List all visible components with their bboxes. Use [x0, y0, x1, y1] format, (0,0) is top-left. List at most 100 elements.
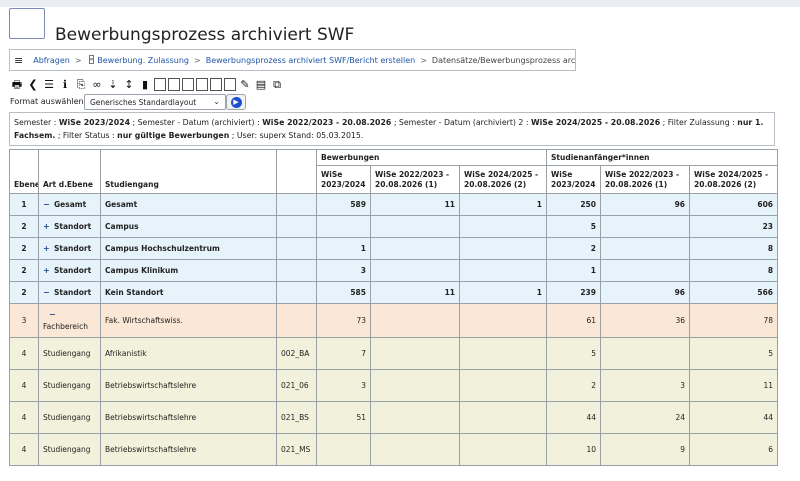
cell-ebene: 4	[9, 401, 39, 434]
filter-value: WiSe 2022/2023 - 20.08.2026	[262, 118, 392, 127]
cell-studiengang: Betriebswirtschaftslehre	[100, 369, 277, 402]
print-icon[interactable]: 🖶	[10, 77, 24, 91]
cell-value: 96	[600, 193, 690, 216]
collapse-toggle-icon[interactable]: −	[43, 200, 52, 209]
breadcrumb-back-tag-icon[interactable]: «	[88, 54, 95, 64]
cell-art: + Standort	[38, 237, 101, 260]
cell-value	[459, 237, 547, 260]
column-header-studiengang: Studiengang	[100, 149, 277, 194]
back-icon[interactable]: ❮	[26, 77, 40, 91]
filter-label: ; Semester - Datum (archiviert) :	[132, 118, 260, 127]
breadcrumb-current: Datensätze/Bewerbungsprozess archiviert …	[431, 55, 576, 65]
column-header-sa-wise-2024-archiv: WiSe 2024/2025 - 20.08.2026 (2)	[688, 165, 779, 194]
table-icon[interactable]: ▤	[254, 77, 268, 91]
table-row: 2 + Standort Campus 5 23	[9, 215, 779, 238]
column-header-code	[276, 149, 317, 194]
cell-value: 44	[546, 401, 601, 434]
cell-value	[459, 215, 547, 238]
cell-code	[276, 237, 317, 260]
cell-value	[600, 337, 690, 370]
cell-code	[276, 259, 317, 282]
cell-art: + Standort	[38, 259, 101, 282]
cell-value	[316, 215, 371, 238]
filter-value: WiSe 2024/2025 - 20.08.2026	[530, 118, 661, 127]
cell-value: 96	[600, 281, 690, 304]
export-html-icon[interactable]	[224, 77, 236, 91]
cell-ebene: 2	[9, 281, 39, 304]
column-group-bewerbungen: Bewerbungen	[316, 149, 547, 166]
filter-summary: Semester : WiSe 2023/2024 ; Semester - D…	[9, 112, 775, 146]
chevron-down-icon: ⌄	[213, 97, 220, 106]
cell-value: 2	[546, 237, 601, 260]
export-xls-icon[interactable]	[196, 77, 208, 91]
cell-code: 002_BA	[276, 337, 317, 370]
cell-code	[276, 281, 317, 304]
cell-ebene: 2	[9, 259, 39, 282]
cell-code: 021_06	[276, 369, 317, 402]
format-apply-button[interactable]: ▶	[226, 94, 246, 110]
cell-art: + Standort	[38, 215, 101, 238]
sort-down-icon[interactable]: ⇣	[106, 77, 120, 91]
export-pdf-icon[interactable]	[182, 77, 194, 91]
table-row: 4 Studiengang Betriebswirtschaftslehre 0…	[9, 401, 779, 434]
export-csv-icon[interactable]	[168, 77, 180, 91]
cell-value: 566	[688, 281, 779, 304]
cell-value: 8	[688, 237, 779, 260]
format-select[interactable]: Generisches Standardlayout ⌄	[84, 94, 226, 110]
expand-toggle-icon[interactable]: +	[43, 244, 52, 253]
cell-value	[370, 215, 460, 238]
copy-icon[interactable]: ⧉	[270, 77, 284, 91]
list-icon[interactable]: ☰	[42, 77, 56, 91]
attachment-icon[interactable]: ⎘	[74, 77, 88, 91]
cell-art: Studiengang	[38, 401, 101, 434]
table-row: 3 − Fachbereich Fak. Wirtschaftswiss. 73 …	[9, 303, 779, 338]
table-row: 4 Studiengang Afrikanistik 002_BA 7 5 5	[9, 337, 779, 370]
export-xml-icon[interactable]	[210, 77, 222, 91]
expand-toggle-icon[interactable]: +	[43, 222, 52, 231]
cell-value: 61	[546, 303, 601, 338]
breadcrumb-link-abfragen[interactable]: Abfragen	[33, 56, 70, 65]
column-header-bew-wise-2024-archiv: WiSe 2024/2025 - 20.08.2026 (2)	[459, 165, 547, 194]
cell-value: 1	[459, 281, 547, 304]
export-icon[interactable]	[154, 77, 166, 91]
breadcrumb-link-bewerbung-zulassung[interactable]: Bewerbung. Zulassung	[97, 56, 189, 65]
info-icon[interactable]: ℹ	[58, 77, 72, 91]
play-icon: ▶	[230, 96, 242, 108]
cell-code	[276, 303, 317, 338]
link-icon[interactable]: ∞	[90, 77, 104, 91]
filter-label: ; Semester - Datum (archiviert) 2 :	[393, 118, 529, 127]
cell-value	[370, 337, 460, 370]
column-header-bew-wise-2023: WiSe 2023/2024	[316, 165, 371, 194]
cell-ebene: 4	[9, 337, 39, 370]
collapse-toggle-icon[interactable]: −	[43, 288, 52, 297]
cell-value: 10	[546, 433, 601, 466]
cell-value: 73	[316, 303, 371, 338]
cell-value: 3	[316, 369, 371, 402]
cell-studiengang: Campus Hochschulzentrum	[100, 237, 277, 260]
sort-az-icon[interactable]: ↕	[122, 77, 136, 91]
cell-value: 5	[688, 337, 779, 370]
cell-ebene: 3	[9, 303, 39, 338]
cell-value: 51	[316, 401, 371, 434]
cell-value: 36	[600, 303, 690, 338]
cell-value	[370, 401, 460, 434]
edit-icon[interactable]: ✎	[238, 77, 252, 91]
chart-icon[interactable]: ▮	[138, 77, 152, 91]
cell-value: 1	[316, 237, 371, 260]
cell-code	[276, 193, 317, 216]
breadcrumb-link-bericht-erstellen[interactable]: Bewerbungsprozess archiviert SWF/Bericht…	[206, 56, 416, 65]
collapse-toggle-icon[interactable]: −	[43, 310, 96, 319]
column-header-ebene: Ebene	[9, 149, 39, 194]
table-row: 4 Studiengang Betriebswirtschaftslehre 0…	[9, 433, 779, 466]
hamburger-menu-icon[interactable]: ≡	[14, 54, 23, 67]
column-header-bew-wise-2022-archiv: WiSe 2022/2023 - 20.08.2026 (1)	[370, 165, 460, 194]
cell-studiengang: Kein Standort	[100, 281, 277, 304]
expand-toggle-icon[interactable]: +	[43, 266, 52, 275]
cell-value: 6	[688, 433, 779, 466]
cell-value	[370, 433, 460, 466]
cell-ebene: 2	[9, 237, 39, 260]
filter-label: ; Filter Status :	[57, 131, 115, 140]
cell-studiengang: Campus Klinikum	[100, 259, 277, 282]
cell-art: Studiengang	[38, 433, 101, 466]
filter-label: ; User: superx Stand: 05.03.2015.	[231, 131, 364, 140]
